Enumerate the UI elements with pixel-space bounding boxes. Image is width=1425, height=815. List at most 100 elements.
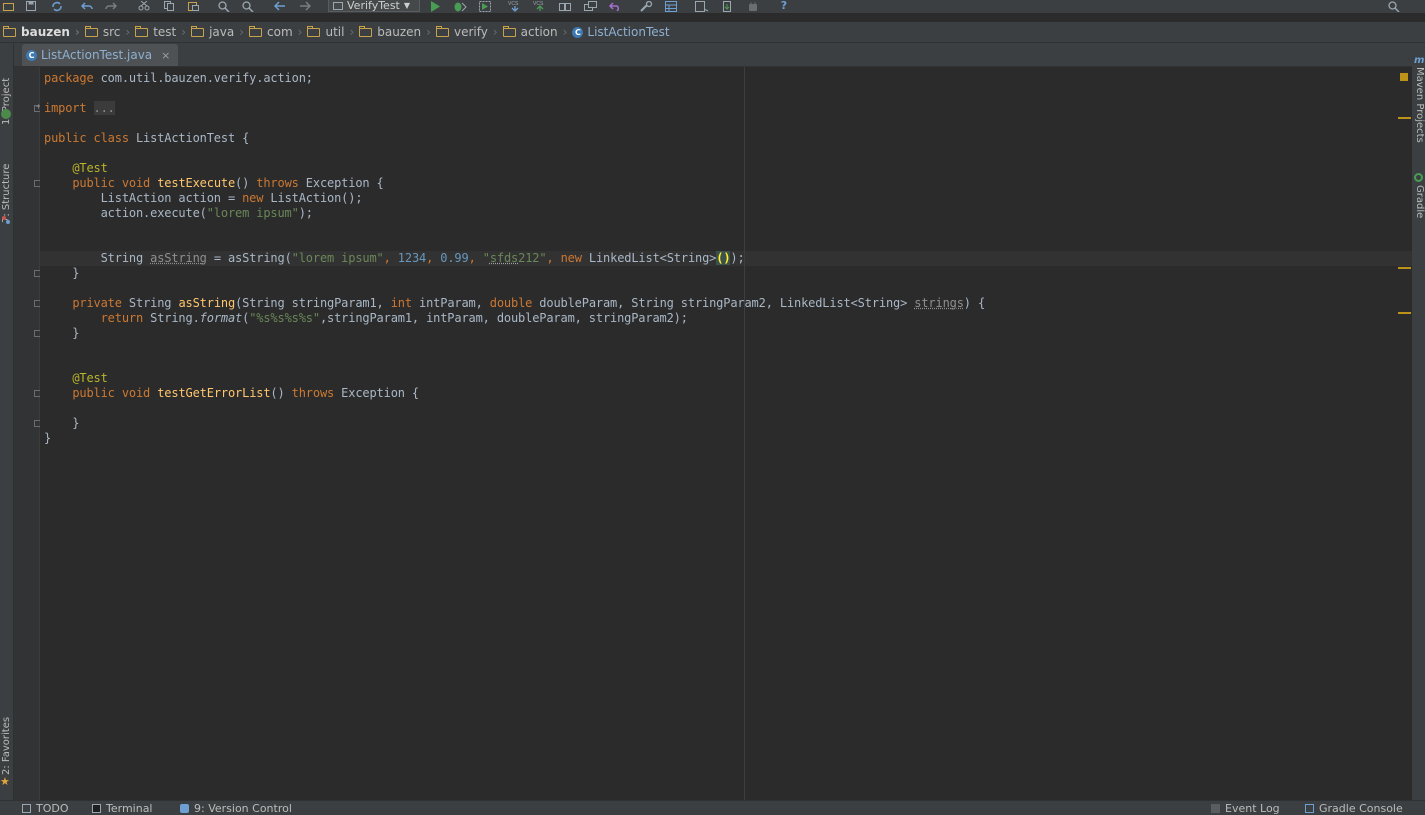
code-editor[interactable]: package com.util.bauzen.verify.action; i… <box>40 67 1412 800</box>
breadcrumb-label: util <box>325 25 345 39</box>
favorites-tool-window-tab[interactable]: 2: Favorites <box>0 705 13 775</box>
replace-icon[interactable] <box>241 0 255 12</box>
redo-icon[interactable] <box>104 0 118 12</box>
breadcrumb: bauzen › src › test › java › com › util … <box>0 22 1425 43</box>
breadcrumb-label: bauzen <box>21 25 70 39</box>
todo-label: TODO <box>36 802 69 815</box>
project-icon <box>1 109 11 119</box>
chevron-right-icon: › <box>239 25 245 39</box>
search-everywhere-icon[interactable] <box>1387 0 1401 12</box>
editor-gutter <box>14 67 42 800</box>
vcs-update-icon[interactable]: VCS <box>506 0 524 12</box>
close-icon[interactable]: × <box>161 49 170 62</box>
class-icon: C <box>26 49 37 61</box>
bottom-tool-window-bar: TODO Terminal 9: Version Control Event L… <box>0 800 1425 815</box>
project-structure-icon[interactable] <box>664 0 678 12</box>
paste-icon[interactable] <box>186 0 200 12</box>
svg-text:VCS: VCS <box>508 1 519 7</box>
chevron-right-icon: › <box>181 25 187 39</box>
maven-icon: m <box>1414 55 1425 66</box>
todo-tool-window-button[interactable]: TODO <box>22 802 69 815</box>
warning-status-icon[interactable] <box>1400 73 1408 81</box>
folder-icon <box>3 25 16 37</box>
find-icon[interactable] <box>217 0 231 12</box>
event-log-icon <box>1211 804 1220 813</box>
warning-marker[interactable] <box>1398 267 1411 269</box>
package-icon <box>359 25 373 37</box>
todo-icon <box>22 804 31 813</box>
breadcrumb-label: bauzen <box>377 25 422 39</box>
open-folder-icon[interactable] <box>2 0 14 12</box>
code-line: private String asString(String stringPar… <box>72 296 986 310</box>
show-history-icon[interactable] <box>583 0 599 12</box>
copy-icon[interactable] <box>162 0 176 12</box>
version-control-icon <box>180 804 189 813</box>
version-control-label: 9: Version Control <box>194 802 292 815</box>
compare-icon[interactable] <box>558 0 572 12</box>
svg-text:VCS: VCS <box>533 1 544 7</box>
revert-icon[interactable] <box>608 0 622 12</box>
gradle-console-label: Gradle Console <box>1319 802 1403 815</box>
breadcrumb-label: src <box>102 25 121 39</box>
sync-icon[interactable] <box>50 0 64 12</box>
coverage-icon[interactable] <box>478 0 492 12</box>
breadcrumb-label: test <box>153 25 177 39</box>
breadcrumb-label: com <box>267 25 293 39</box>
run-configuration-selector[interactable]: VerifyTest ▼ <box>328 0 420 12</box>
vcs-commit-icon[interactable]: VCS <box>531 0 549 12</box>
folder-icon <box>84 25 98 37</box>
version-control-tool-window-button[interactable]: 9: Version Control <box>180 802 292 815</box>
warning-marker[interactable] <box>1398 117 1411 119</box>
breadcrumb-item-bauzen[interactable]: bauzen › <box>356 22 433 42</box>
breadcrumb-item-com[interactable]: com › <box>246 22 304 42</box>
code-line: action.execute("lorem ipsum"); <box>100 206 313 220</box>
settings-icon[interactable] <box>638 0 654 12</box>
save-icon[interactable] <box>25 0 37 12</box>
run-icon[interactable] <box>428 0 442 12</box>
gradle-console-tool-window-button[interactable]: Gradle Console <box>1305 802 1403 815</box>
debug-icon[interactable] <box>452 0 468 12</box>
undo-icon[interactable] <box>80 0 94 12</box>
breadcrumb-item-listactiontest[interactable]: C ListActionTest <box>569 22 671 42</box>
breadcrumb-label: verify <box>453 25 488 39</box>
back-icon[interactable] <box>273 0 287 12</box>
class-icon: C <box>572 26 584 38</box>
event-log-tool-window-button[interactable]: Event Log <box>1211 802 1280 815</box>
code-line: ListAction action = new ListAction(); <box>100 191 363 205</box>
warning-marker[interactable] <box>1398 312 1411 314</box>
android-device-monitor-icon[interactable] <box>746 0 760 12</box>
error-stripe[interactable] <box>1398 67 1412 800</box>
code-line: package com.util.bauzen.verify.action; <box>44 71 313 85</box>
breadcrumb-item-util[interactable]: util › <box>304 22 356 42</box>
breadcrumb-item-bauzen-project[interactable]: bauzen › <box>0 22 82 42</box>
breadcrumb-item-verify[interactable]: verify › <box>433 22 500 42</box>
help-icon[interactable]: ? <box>777 0 791 12</box>
gradle-console-icon <box>1305 804 1314 813</box>
forward-icon[interactable] <box>298 0 312 12</box>
breadcrumb-label: java <box>209 25 235 39</box>
terminal-tool-window-button[interactable]: Terminal <box>92 802 153 815</box>
editor-tab-bar: C ListActionTest.java × <box>14 43 1412 67</box>
breadcrumb-item-action[interactable]: action › <box>500 22 570 42</box>
main-toolbar: VerifyTest ▼ VCS VCS ? <box>0 0 1425 13</box>
favorites-tab-label: 2: Favorites <box>1 716 12 775</box>
import-fold-placeholder[interactable]: ... <box>93 101 115 115</box>
breadcrumb-item-java[interactable]: java › <box>188 22 246 42</box>
folder-icon <box>191 25 205 37</box>
code-line: @Test <box>72 161 108 175</box>
chevron-right-icon: › <box>492 25 498 39</box>
editor-tab-listactiontest[interactable]: C ListActionTest.java × <box>22 44 179 66</box>
avd-manager-icon[interactable] <box>720 0 734 12</box>
breadcrumb-item-test[interactable]: test › <box>132 22 188 42</box>
left-tool-window-strip: 1: Project 7: Structure 2: Favorites ★ <box>0 43 14 800</box>
sdk-manager-icon[interactable] <box>694 0 710 12</box>
package-icon <box>307 25 321 37</box>
cut-icon[interactable] <box>137 0 151 12</box>
breadcrumb-item-src[interactable]: src › <box>82 22 132 42</box>
right-tool-window-strip: m Maven Projects Gradle <box>1411 43 1425 800</box>
gradle-tool-window-tab[interactable]: Gradle <box>1412 185 1425 235</box>
maven-projects-tool-window-tab[interactable]: Maven Projects <box>1412 67 1425 157</box>
code-line: import ... <box>44 101 115 115</box>
code-line-current: String asString = asString("lorem ipsum"… <box>100 251 745 265</box>
gradle-tab-label: Gradle <box>1414 185 1425 219</box>
